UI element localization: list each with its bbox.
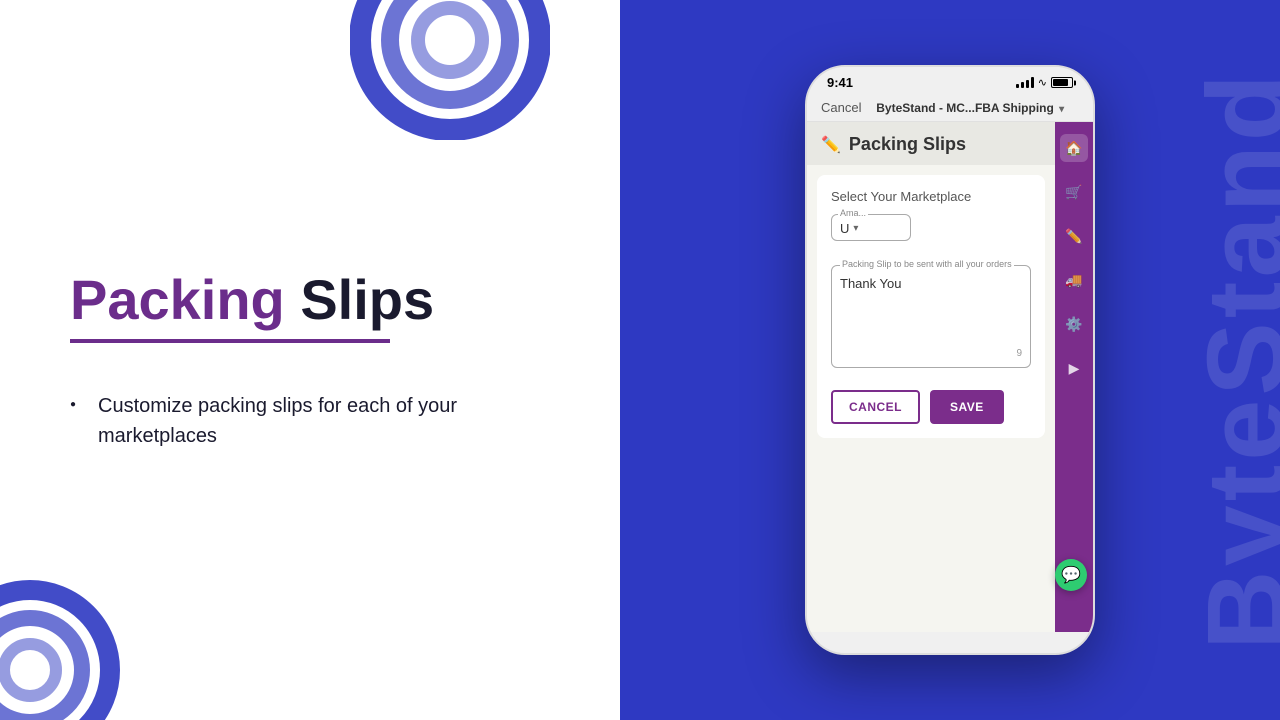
title-block: Packing Slips: [70, 269, 550, 371]
phone-content: ✏️ Packing Slips Select Your Marketplace…: [807, 122, 1093, 632]
list-item: Customize packing slips for each of your…: [70, 391, 550, 451]
right-nav: 🏠 🛒 ✏️ 🚚 ⚙️ ▶: [1055, 122, 1093, 632]
char-count: 9: [840, 348, 1022, 359]
phone-mockup: 9:41 ∿ Cancel: [805, 65, 1095, 655]
page-title: Packing Slips: [70, 269, 550, 331]
right-panel: ByteStand 9:41 ∿: [620, 0, 1280, 720]
title-highlight: Packing: [70, 268, 285, 331]
signal-icon: [1016, 77, 1034, 88]
page-header-title: Packing Slips: [849, 134, 966, 155]
marketplace-label: Select Your Marketplace: [831, 189, 1031, 204]
nav-shipping-icon[interactable]: 🚚: [1060, 266, 1088, 294]
save-button[interactable]: SAVE: [930, 390, 1004, 424]
phone-body: 9:41 ∿ Cancel: [805, 65, 1095, 655]
left-panel: Packing Slips Customize packing slips fo…: [0, 0, 620, 720]
status-bar: 9:41 ∿: [807, 67, 1093, 94]
status-time: 9:41: [827, 75, 853, 90]
nav-cancel-button[interactable]: Cancel: [821, 100, 861, 115]
nav-cart-icon[interactable]: 🛒: [1060, 178, 1088, 206]
nav-edit-icon[interactable]: ✏️: [1060, 222, 1088, 250]
watermark: ByteStand: [1183, 70, 1280, 650]
chat-icon: 💬: [1061, 565, 1081, 585]
deco-bottom: [0, 580, 120, 720]
pencil-icon: ✏️: [821, 135, 841, 155]
marketplace-select[interactable]: Ama... U ▾: [831, 214, 911, 241]
title-normal: Slips: [285, 268, 434, 331]
marketplace-field-label: Ama...: [838, 208, 868, 218]
title-underline: [70, 339, 390, 343]
marketplace-value: U ▾: [840, 219, 902, 236]
nav-home-icon[interactable]: 🏠: [1060, 134, 1088, 162]
textarea-field-label: Packing Slip to be sent with all your or…: [840, 259, 1014, 269]
wifi-icon: ∿: [1038, 76, 1047, 89]
deco-top: [350, 0, 550, 140]
nav-dropdown-arrow[interactable]: ▾: [1059, 104, 1064, 115]
select-arrow-icon: ▾: [853, 223, 858, 234]
packing-slip-textarea[interactable]: Packing Slip to be sent with all your or…: [831, 265, 1031, 368]
status-icons: ∿: [1016, 76, 1073, 89]
page-header: ✏️ Packing Slips: [807, 122, 1055, 165]
feature-list: Customize packing slips for each of your…: [70, 391, 550, 451]
nav-title: ByteStand - MC...FBA Shipping ▾: [861, 101, 1079, 115]
main-content-area: ✏️ Packing Slips Select Your Marketplace…: [807, 122, 1055, 632]
textarea-content: Thank You: [840, 274, 1022, 344]
nav-settings-icon[interactable]: ⚙️: [1060, 310, 1088, 338]
content-card: Select Your Marketplace Ama... U ▾ Packi…: [817, 175, 1045, 438]
action-buttons: CANCEL SAVE: [831, 384, 1031, 424]
battery-icon: [1051, 77, 1073, 88]
cancel-button[interactable]: CANCEL: [831, 390, 920, 424]
nav-play-icon[interactable]: ▶: [1060, 354, 1088, 382]
phone-nav-bar: Cancel ByteStand - MC...FBA Shipping ▾: [807, 94, 1093, 122]
chat-button[interactable]: 💬: [1055, 559, 1087, 591]
